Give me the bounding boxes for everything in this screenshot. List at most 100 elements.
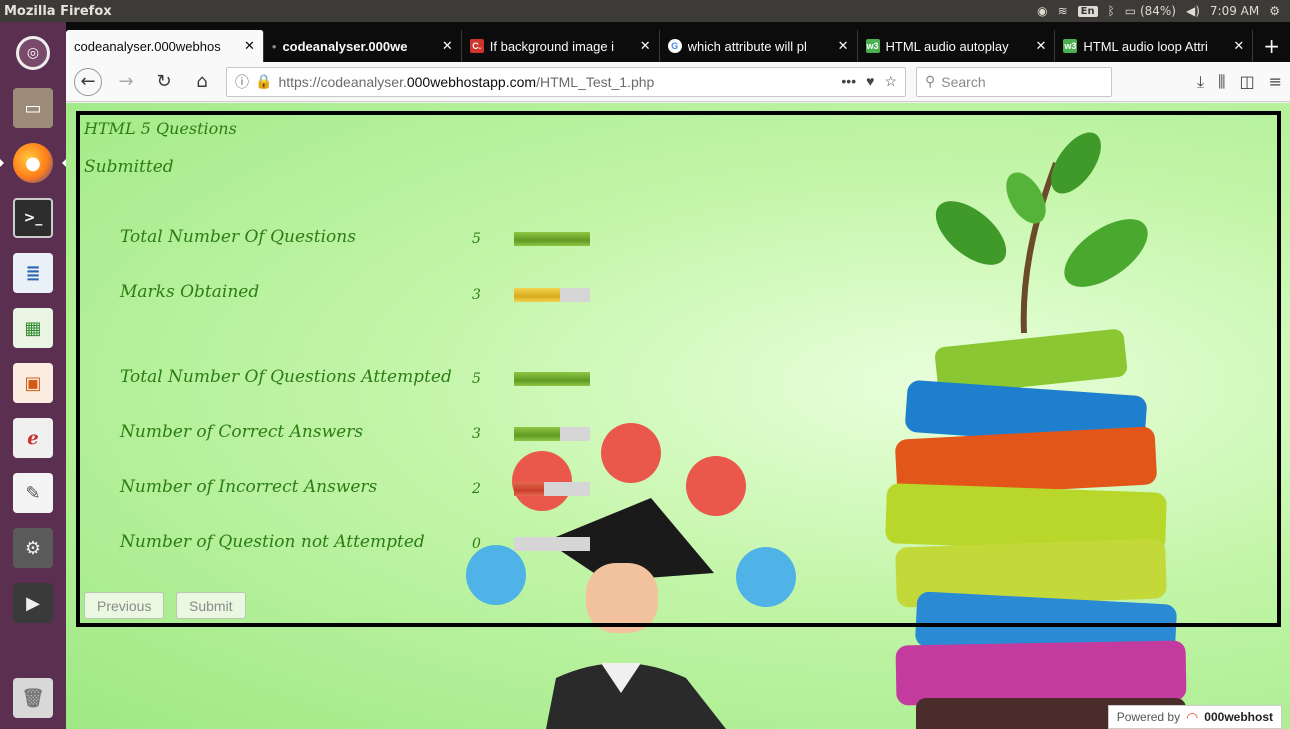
tab-5[interactable]: w3 HTML audio autoplay ✕ xyxy=(858,30,1056,62)
stat-value: 0 xyxy=(472,536,481,552)
launcher-firefox[interactable]: ● xyxy=(0,138,66,188)
launcher-system-settings[interactable]: ⚙ xyxy=(8,523,58,573)
volume-icon[interactable]: ◀) xyxy=(1186,4,1200,18)
powered-by-badge[interactable]: Powered by ◠ 000webhost xyxy=(1107,705,1282,729)
progress-bar xyxy=(514,288,590,302)
progress-bar xyxy=(514,427,590,441)
toolbar-right: ⤓ ⫼ ◫ ≡ xyxy=(1197,72,1282,92)
url-text: https://codeanalyser.000webhostapp.com/H… xyxy=(278,74,654,90)
pocket-icon[interactable]: ♥ xyxy=(866,73,874,90)
progress-fill xyxy=(514,427,560,441)
close-icon[interactable]: ✕ xyxy=(442,38,453,54)
webhost-logo-icon: ◠ xyxy=(1186,708,1199,725)
launcher-text-editor[interactable]: ✎ xyxy=(8,468,58,518)
launcher-ubuntu-home[interactable]: ◎ xyxy=(8,28,58,78)
close-icon[interactable]: ✕ xyxy=(244,38,255,54)
page-actions-icon[interactable]: ••• xyxy=(841,73,856,90)
forward-button[interactable]: → xyxy=(112,68,140,96)
launcher-impress[interactable]: ▣ xyxy=(8,358,58,408)
launcher-terminal[interactable]: >_ xyxy=(8,193,58,243)
terminal-icon: >_ xyxy=(13,198,53,238)
lock-icon: 🔒 xyxy=(255,73,273,89)
firefox-icon: ● xyxy=(13,143,53,183)
tab-4[interactable]: G which attribute will pl ✕ xyxy=(660,30,858,62)
system-tray: ◉ ≋ En ᛒ ▭ (84%) ◀) 7:09 AM ⚙ xyxy=(1037,4,1290,18)
stat-label: Number of Question not Attempted xyxy=(120,532,425,552)
clock[interactable]: 7:09 AM xyxy=(1210,4,1259,18)
stat-value: 3 xyxy=(472,287,481,303)
url-actions: ••• ♥ ☆ xyxy=(841,73,897,90)
progress-fill xyxy=(514,288,560,302)
launcher-trash[interactable]: 🗑 xyxy=(8,673,58,723)
search-icon: ⚲ xyxy=(925,73,936,89)
battery-indicator[interactable]: ▭ (84%) xyxy=(1125,4,1176,18)
tab-title: codeanalyser.000webhos xyxy=(74,38,221,54)
search-input[interactable]: ⚲ Search xyxy=(916,66,1112,97)
tab-loading-indicator: • xyxy=(271,38,277,54)
tab-title: HTML audio loop Attri xyxy=(1083,38,1208,54)
graduate-gown xyxy=(546,663,726,729)
info-icon[interactable]: ⓘ xyxy=(235,72,249,92)
previous-button[interactable]: Previous xyxy=(84,592,165,619)
tab-title: which attribute will pl xyxy=(687,38,807,54)
tab-1[interactable]: codeanalyser.000webhos ✕ xyxy=(66,30,264,62)
webhost-brand: 000webhost xyxy=(1204,710,1273,724)
library-icon[interactable]: ⫼ xyxy=(1218,72,1225,92)
url-bar[interactable]: ⓘ 🔒 https://codeanalyser.000webhostapp.c… xyxy=(226,66,906,97)
tab-title: codeanalyser.000we xyxy=(282,38,408,54)
document-writer-icon: ≣ xyxy=(13,253,53,293)
close-icon[interactable]: ✕ xyxy=(1233,38,1244,54)
tab-bar: codeanalyser.000webhos ✕ • codeanalyser.… xyxy=(66,22,1290,62)
tab-title: HTML audio autoplay xyxy=(885,38,1009,54)
page-title: HTML 5 Questions xyxy=(84,119,237,138)
system-top-bar: Mozilla Firefox ◉ ≋ En ᛒ ▭ (84%) ◀) 7:09… xyxy=(0,0,1290,22)
launcher-video[interactable]: ▶ xyxy=(8,578,58,628)
file-cabinet-icon: ▭ xyxy=(13,88,53,128)
new-tab-button[interactable]: + xyxy=(1253,34,1290,62)
stat-label: Marks Obtained xyxy=(120,282,260,302)
close-icon[interactable]: ✕ xyxy=(1035,38,1046,54)
search-placeholder: Search xyxy=(941,73,986,90)
favicon-icon: C. xyxy=(469,39,484,53)
settings-gear-icon[interactable]: ⚙ xyxy=(1269,4,1280,18)
software-center-icon: ℯ xyxy=(13,418,53,458)
close-icon[interactable]: ✕ xyxy=(838,38,849,54)
keyboard-layout-indicator[interactable]: En xyxy=(1077,5,1098,17)
launcher-calc[interactable]: ▦ xyxy=(8,303,58,353)
launcher-writer[interactable]: ≣ xyxy=(8,248,58,298)
app-title: Mozilla Firefox xyxy=(4,3,112,19)
launcher: ◎ ▭ ● >_ ≣ ▦ ▣ ℯ ✎ ⚙ ▶ 🗑 xyxy=(0,22,66,729)
close-icon[interactable]: ✕ xyxy=(640,38,651,54)
launcher-files[interactable]: ▭ xyxy=(8,83,58,133)
stat-label: Total Number Of Questions Attempted xyxy=(120,367,452,387)
tab-3[interactable]: C. If background image i ✕ xyxy=(462,30,660,62)
downloads-icon[interactable]: ⤓ xyxy=(1197,72,1204,92)
back-button[interactable]: ← xyxy=(74,67,102,96)
stat-value: 5 xyxy=(472,231,481,247)
bluetooth-icon[interactable]: ᛒ xyxy=(1108,4,1115,18)
network-icon[interactable]: ◉ xyxy=(1037,4,1047,18)
sidebar-icon[interactable]: ◫ xyxy=(1239,72,1254,92)
home-button[interactable]: ⌂ xyxy=(188,68,216,96)
tab-6[interactable]: w3 HTML audio loop Attri ✕ xyxy=(1055,30,1254,62)
google-icon: G xyxy=(667,39,682,53)
trash-icon: 🗑 xyxy=(13,678,53,718)
progress-fill xyxy=(514,372,590,386)
stat-value: 2 xyxy=(472,481,481,497)
url-path: /HTML_Test_1.php xyxy=(536,73,655,90)
progress-bar xyxy=(514,537,590,551)
video-clapper-icon: ▶ xyxy=(13,583,53,623)
reload-button[interactable]: ↻ xyxy=(150,68,178,96)
stat-label: Number of Correct Answers xyxy=(120,422,364,442)
progress-bar xyxy=(514,482,590,496)
launcher-software[interactable]: ℯ xyxy=(8,413,58,463)
ubuntu-logo-icon: ◎ xyxy=(16,36,50,70)
text-editor-icon: ✎ xyxy=(13,473,53,513)
submit-button[interactable]: Submit xyxy=(176,592,246,619)
quiz-result-frame: HTML 5 Questions Submitted Total Number … xyxy=(76,111,1281,627)
wifi-icon[interactable]: ≋ xyxy=(1058,4,1068,18)
menu-icon[interactable]: ≡ xyxy=(1269,72,1282,92)
powered-by-text: Powered by xyxy=(1116,710,1181,724)
bookmark-star-icon[interactable]: ☆ xyxy=(884,73,897,90)
tab-2[interactable]: • codeanalyser.000we ✕ xyxy=(264,30,462,62)
